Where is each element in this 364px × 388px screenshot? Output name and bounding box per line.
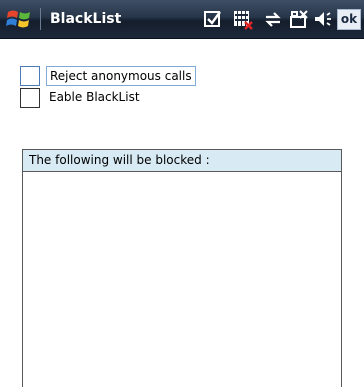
windows-start-icon[interactable] (4, 4, 34, 34)
enable-blacklist-label[interactable]: Eable BlackList (46, 88, 143, 108)
reject-anonymous-label[interactable]: Reject anonymous calls (46, 66, 196, 86)
speaker-icon[interactable] (312, 8, 334, 30)
block-list[interactable] (23, 172, 341, 388)
title-separator (40, 8, 41, 30)
block-list-panel: The following will be blocked : (22, 149, 342, 387)
title-bar: BlackList ok (0, 0, 364, 39)
sync-arrows-icon[interactable] (262, 8, 284, 30)
ok-button[interactable]: ok (337, 9, 361, 30)
battery-icon[interactable] (288, 8, 310, 30)
app-title: BlackList (50, 11, 122, 27)
checkmark-icon[interactable] (203, 8, 223, 30)
signal-blocked-icon[interactable] (232, 8, 254, 30)
enable-blacklist-checkbox[interactable] (20, 88, 40, 108)
reject-anonymous-checkbox[interactable] (20, 66, 40, 86)
block-list-header: The following will be blocked : (23, 150, 341, 172)
